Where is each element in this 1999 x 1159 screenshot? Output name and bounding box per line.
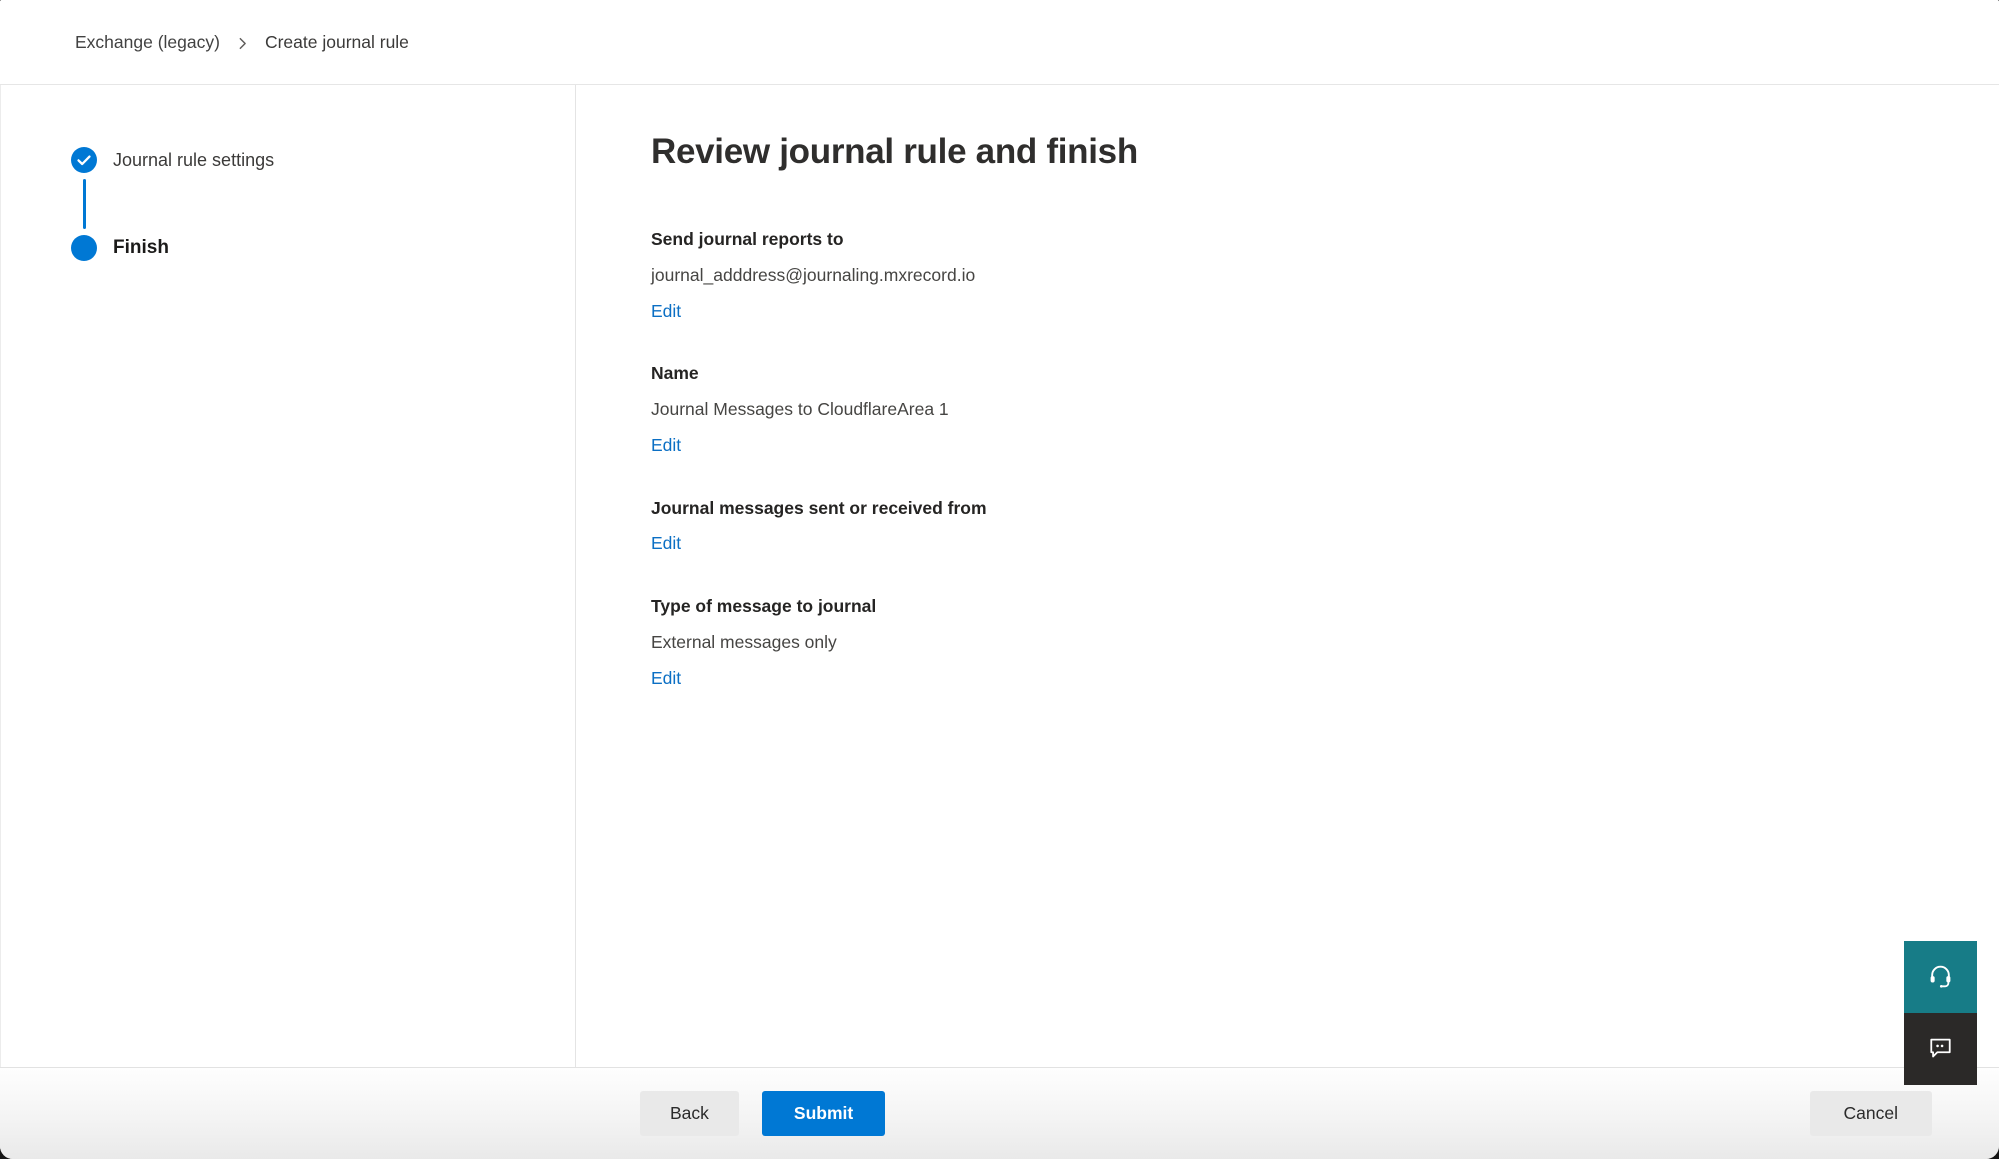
feedback-chat-icon — [1927, 1034, 1954, 1064]
field-value: journal_adddress@journaling.mxrecord.io — [651, 264, 1939, 287]
field-value: External messages only — [651, 631, 1939, 654]
wizard-step-label: Journal rule settings — [113, 150, 274, 171]
edit-type-of-message-link[interactable]: Edit — [651, 667, 681, 690]
feedback-button[interactable] — [1904, 1013, 1977, 1085]
field-value: Journal Messages to CloudflareArea 1 — [651, 398, 1939, 421]
field-label: Journal messages sent or received from — [651, 497, 1939, 520]
field-label: Name — [651, 362, 1939, 385]
content-row: Journal rule settings Finish Review jour… — [0, 85, 1999, 1067]
field-label: Type of message to journal — [651, 595, 1939, 618]
field-type-of-message: Type of message to journal External mess… — [651, 595, 1939, 689]
field-name: Name Journal Messages to CloudflareArea … — [651, 362, 1939, 456]
breadcrumb-exchange-legacy[interactable]: Exchange (legacy) — [75, 32, 220, 53]
page-title: Review journal rule and finish — [651, 132, 1939, 172]
edit-send-journal-reports-link[interactable]: Edit — [651, 300, 681, 323]
submit-button[interactable]: Submit — [762, 1091, 885, 1136]
review-panel: Review journal rule and finish Send jour… — [576, 85, 1999, 1067]
floating-help-panel — [1904, 941, 1977, 1085]
step-current-dot-icon — [71, 235, 97, 261]
wizard-step-rail: Journal rule settings Finish — [0, 85, 576, 1067]
field-label: Send journal reports to — [651, 228, 1939, 251]
cancel-button[interactable]: Cancel — [1810, 1091, 1932, 1136]
wizard-step-journal-rule-settings[interactable]: Journal rule settings — [71, 147, 575, 173]
chevron-right-icon — [236, 37, 249, 50]
admin-center-window: Exchange (legacy) Create journal rule Jo… — [0, 0, 1999, 1159]
help-support-button[interactable] — [1904, 941, 1977, 1013]
edit-journal-messages-link[interactable]: Edit — [651, 532, 681, 555]
step-connector-line — [83, 179, 86, 229]
field-send-journal-reports-to: Send journal reports to journal_adddress… — [651, 228, 1939, 322]
wizard-footer: Back Submit Cancel — [0, 1067, 1999, 1159]
breadcrumb-create-journal-rule: Create journal rule — [265, 32, 409, 53]
step-completed-check-icon — [71, 147, 97, 173]
wizard-step-finish[interactable]: Finish — [71, 235, 575, 261]
field-journal-messages-sent-or-received: Journal messages sent or received from E… — [651, 497, 1939, 556]
wizard-step-label: Finish — [113, 237, 169, 259]
edit-name-link[interactable]: Edit — [651, 434, 681, 457]
headset-icon — [1927, 962, 1954, 992]
breadcrumb: Exchange (legacy) Create journal rule — [0, 0, 1999, 85]
back-button[interactable]: Back — [640, 1091, 739, 1136]
